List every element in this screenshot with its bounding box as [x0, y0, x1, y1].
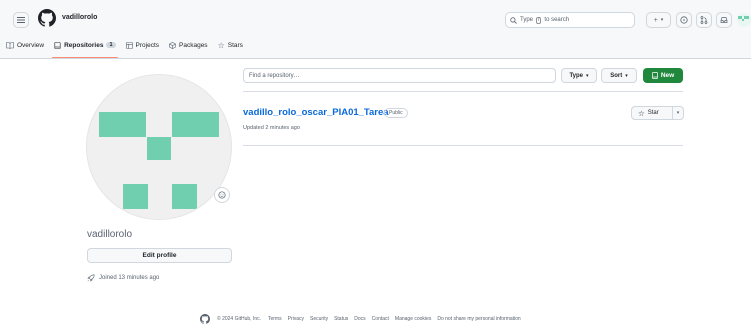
tab-overview-label: Overview [17, 41, 45, 49]
type-filter-button[interactable]: Type ▾ [561, 68, 597, 83]
tab-repositories[interactable]: Repositories 1 [52, 36, 118, 58]
table-icon [125, 41, 133, 49]
repo-updated-time: Updated 2 minutes ago [243, 125, 300, 131]
header-avatar[interactable] [737, 13, 751, 27]
package-icon [169, 41, 176, 49]
footer-link-privacy[interactable]: Privacy [288, 316, 304, 322]
repo-icon [651, 72, 658, 79]
avatar-pixel [172, 112, 219, 137]
repo-list-divider [243, 91, 683, 92]
search-input[interactable]: Type / to search [505, 12, 635, 28]
menu-button[interactable] [13, 12, 29, 28]
plus-icon: + [653, 16, 658, 24]
footer-link-do-not-share[interactable]: Do not share my personal information [437, 316, 520, 322]
find-repository-input[interactable]: Find a repository… [243, 68, 556, 83]
smiley-icon [218, 191, 226, 199]
type-filter-label: Type [569, 72, 584, 79]
create-new-button[interactable]: + ▾ [646, 12, 671, 28]
avatar-pixel [147, 137, 171, 160]
sort-button[interactable]: Sort ▾ [601, 68, 637, 83]
profile-avatar[interactable] [86, 74, 232, 220]
star-button[interactable]: ☆ Star ▾ [631, 106, 684, 120]
book-icon [6, 41, 14, 49]
profile-tabs: Overview Repositories 1 Projects Package… [0, 36, 243, 58]
hamburger-icon [17, 17, 25, 23]
footer-links: Terms Privacy Security Status Docs Conta… [268, 316, 521, 322]
new-repository-button[interactable]: New [643, 68, 683, 83]
set-status-button[interactable] [214, 187, 230, 203]
issues-button[interactable] [676, 12, 692, 28]
tab-overview[interactable]: Overview [6, 36, 44, 54]
joined-info: Joined 13 minutes ago [87, 274, 159, 282]
repo-icon [54, 41, 61, 49]
footer-link-contact[interactable]: Contact [372, 316, 389, 322]
tab-projects-label: Projects [135, 41, 160, 49]
issue-opened-icon [680, 16, 688, 24]
avatar-pixel [742, 19, 744, 21]
rocket-icon [87, 274, 95, 282]
tab-packages[interactable]: Packages [169, 36, 208, 54]
footer-link-status[interactable]: Status [334, 316, 348, 322]
chevron-down-icon: ▾ [586, 72, 589, 79]
avatar-pixel [744, 16, 749, 19]
app-header: vadillorolo Type / to search + ▾ Overvie… [0, 0, 751, 59]
repo-list-divider [243, 145, 683, 146]
star-list-dropdown[interactable]: ▾ [673, 110, 683, 116]
footer-link-docs[interactable]: Docs [354, 316, 365, 322]
header-username[interactable]: vadillorolo [62, 14, 97, 21]
new-repository-label: New [660, 72, 675, 79]
tab-packages-label: Packages [179, 41, 208, 49]
inbox-icon [720, 17, 728, 23]
page-footer: © 2024 GitHub, Inc. Terms Privacy Securi… [200, 314, 521, 324]
tab-stars[interactable]: ☆ Stars [218, 36, 243, 54]
chevron-down-icon: ▾ [625, 72, 628, 79]
tab-repositories-label: Repositories [64, 41, 104, 49]
footer-copyright: © 2024 GitHub, Inc. [217, 316, 261, 322]
avatar-pixel [99, 112, 146, 137]
chevron-down-icon: ▾ [660, 17, 664, 23]
inbox-button[interactable] [716, 12, 732, 28]
search-shortcut-key: / [536, 16, 542, 24]
edit-profile-button[interactable]: Edit profile [87, 248, 232, 263]
footer-link-terms[interactable]: Terms [268, 316, 282, 322]
search-suffix: to search [544, 17, 570, 23]
star-icon: ☆ [217, 40, 225, 50]
github-footer-logo-icon[interactable] [200, 314, 210, 324]
sort-label: Sort [610, 72, 623, 79]
profile-nickname: vadillorolo [87, 229, 133, 240]
search-icon [510, 16, 517, 24]
footer-link-manage-cookies[interactable]: Manage cookies [395, 316, 431, 322]
footer-link-security[interactable]: Security [310, 316, 328, 322]
star-icon: ☆ [638, 108, 645, 118]
pull-request-icon [700, 16, 708, 24]
repositories-count-badge: 1 [106, 42, 116, 48]
octocat-icon[interactable] [38, 9, 56, 27]
star-button-label: Star [647, 110, 659, 116]
chevron-down-icon: ▾ [676, 110, 680, 116]
tab-projects[interactable]: Projects [125, 36, 160, 54]
joined-text: Joined 13 minutes ago [99, 275, 160, 281]
tab-stars-label: Stars [227, 41, 243, 49]
avatar-pixel [123, 184, 148, 209]
search-prefix: Type [520, 17, 534, 23]
avatar-pixel [172, 184, 197, 209]
star-action[interactable]: ☆ Star [632, 107, 673, 119]
repo-visibility-badge: Public [384, 108, 408, 118]
pull-requests-button[interactable] [696, 12, 712, 28]
repo-name-link[interactable]: vadillo_rolo_oscar_PIA01_Tarea [243, 107, 389, 118]
